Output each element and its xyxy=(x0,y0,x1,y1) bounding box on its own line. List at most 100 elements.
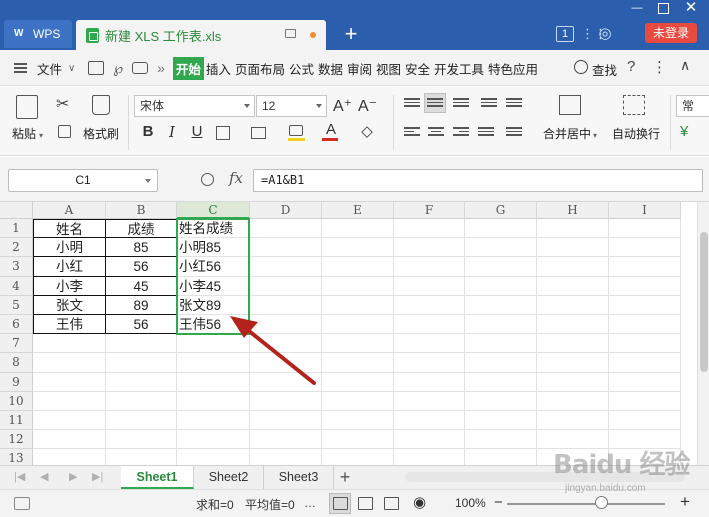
cell-i3[interactable] xyxy=(609,257,681,277)
cell-d2[interactable] xyxy=(250,238,322,258)
cell-h1[interactable] xyxy=(537,219,609,239)
cell-f10[interactable] xyxy=(394,391,465,411)
paste-label[interactable]: 粘贴 xyxy=(12,125,36,142)
cell-a12[interactable] xyxy=(33,430,106,450)
cell-d3[interactable] xyxy=(250,257,322,277)
cell-b3[interactable]: 56 xyxy=(106,257,177,277)
row-header-12[interactable]: 12 xyxy=(0,430,33,450)
row-header-11[interactable]: 11 xyxy=(0,411,33,431)
more-options-icon[interactable]: ⋮ xyxy=(652,58,667,76)
minimize-window-icon[interactable]: — xyxy=(630,2,644,16)
cell-d1[interactable] xyxy=(250,219,322,239)
underline-icon[interactable]: U xyxy=(188,123,206,140)
cell-c5[interactable]: 张文89 xyxy=(177,295,250,315)
cell-g2[interactable] xyxy=(465,238,537,258)
row-header-1[interactable]: 1 xyxy=(0,219,33,239)
sync-icon[interactable]: ◎ xyxy=(598,24,612,42)
login-button[interactable]: 未登录 xyxy=(645,23,697,43)
number-format-select[interactable]: 常 xyxy=(676,95,709,117)
cell-f5[interactable] xyxy=(394,295,465,315)
increase-font-icon[interactable]: A⁺ xyxy=(333,96,352,116)
cell-e7[interactable] xyxy=(322,334,394,354)
formula-input[interactable]: =A1&B1 xyxy=(253,169,703,192)
cell-b4[interactable]: 45 xyxy=(106,276,177,296)
menu-item-review[interactable]: 审阅 xyxy=(345,59,374,78)
cell-d12[interactable] xyxy=(250,430,322,450)
cell-i6[interactable] xyxy=(609,315,681,335)
reading-mode-icon[interactable]: ◉ xyxy=(413,493,426,511)
cell-b6[interactable]: 56 xyxy=(106,315,177,335)
search-icon[interactable] xyxy=(574,60,588,74)
row-header-7[interactable]: 7 xyxy=(0,334,33,354)
chevron-down-icon[interactable] xyxy=(145,179,151,183)
cell-i2[interactable] xyxy=(609,238,681,258)
cut-icon[interactable]: ✂ xyxy=(56,94,69,114)
maximize-window-icon[interactable] xyxy=(658,3,669,14)
print-icon[interactable] xyxy=(132,62,149,74)
cell-a6[interactable]: 王伟 xyxy=(33,315,106,335)
cell-b11[interactable] xyxy=(106,411,177,431)
cell-g3[interactable] xyxy=(465,257,537,277)
cell-b2[interactable]: 85 xyxy=(106,238,177,258)
cell-a3[interactable]: 小红 xyxy=(33,257,106,277)
cell-a9[interactable] xyxy=(33,372,106,392)
cell-e5[interactable] xyxy=(322,295,394,315)
sheet-tab-3[interactable]: Sheet3 xyxy=(264,466,334,489)
new-tab-plus-icon[interactable]: + xyxy=(340,22,362,46)
font-color-icon[interactable]: A xyxy=(322,121,340,138)
cell-g9[interactable] xyxy=(465,372,537,392)
format-painter-label[interactable]: 格式刷 xyxy=(83,125,119,142)
next-sheet-icon[interactable]: ▶ xyxy=(69,470,77,483)
cell-i7[interactable] xyxy=(609,334,681,354)
cell-a10[interactable] xyxy=(33,391,106,411)
prev-sheet-icon[interactable]: ◀ xyxy=(40,470,48,483)
cell-f3[interactable] xyxy=(394,257,465,277)
increase-indent-icon[interactable] xyxy=(506,98,522,110)
add-sheet-icon[interactable]: + xyxy=(336,466,354,488)
cell-f9[interactable] xyxy=(394,372,465,392)
cell-c1[interactable]: 姓名成绩 xyxy=(177,219,250,239)
justify-icon[interactable] xyxy=(478,127,494,139)
cell-h2[interactable] xyxy=(537,238,609,258)
cell-a13[interactable] xyxy=(33,449,106,465)
search-label[interactable]: 查找 xyxy=(590,60,619,79)
borders-icon[interactable] xyxy=(216,126,230,140)
cell-c9[interactable] xyxy=(177,372,250,392)
column-header-d[interactable]: D xyxy=(250,202,322,219)
cell-f7[interactable] xyxy=(394,334,465,354)
export-icon[interactable]: ℘ xyxy=(113,60,123,77)
zoom-slider[interactable] xyxy=(507,503,665,505)
cell-b9[interactable] xyxy=(106,372,177,392)
cell-i5[interactable] xyxy=(609,295,681,315)
cell-c6[interactable]: 王伟56 xyxy=(177,315,250,335)
document-tab[interactable]: 新建 XLS 工作表.xls xyxy=(76,20,326,50)
distributed-icon[interactable] xyxy=(506,127,522,139)
wrap-text-icon[interactable] xyxy=(623,95,645,115)
cell-c7[interactable] xyxy=(177,334,250,354)
cell-g1[interactable] xyxy=(465,219,537,239)
wps-home-tab[interactable]: W WPS xyxy=(4,20,72,48)
cell-b13[interactable] xyxy=(106,449,177,465)
column-header-g[interactable]: G xyxy=(465,202,537,219)
skin-icon[interactable]: ⋮⋮ xyxy=(581,26,607,42)
cell-f4[interactable] xyxy=(394,276,465,296)
cell-a11[interactable] xyxy=(33,411,106,431)
menu-item-page-layout[interactable]: 页面布局 xyxy=(233,59,287,78)
cell-h9[interactable] xyxy=(537,372,609,392)
align-left-icon[interactable] xyxy=(404,127,420,139)
cell-i9[interactable] xyxy=(609,372,681,392)
cell-a5[interactable]: 张文 xyxy=(33,295,106,315)
cell-e1[interactable] xyxy=(322,219,394,239)
currency-icon[interactable]: ¥ xyxy=(680,123,688,140)
cell-e11[interactable] xyxy=(322,411,394,431)
status-more[interactable]: … xyxy=(304,496,316,510)
fill-color-icon[interactable] xyxy=(289,125,303,136)
cell-a4[interactable]: 小李 xyxy=(33,276,106,296)
cell-d5[interactable] xyxy=(250,295,322,315)
cell-b8[interactable] xyxy=(106,353,177,373)
decrease-indent-icon[interactable] xyxy=(481,98,497,110)
column-header-c[interactable]: C xyxy=(177,202,250,219)
help-icon[interactable]: ? xyxy=(627,58,635,75)
cell-b10[interactable] xyxy=(106,391,177,411)
cell-f12[interactable] xyxy=(394,430,465,450)
